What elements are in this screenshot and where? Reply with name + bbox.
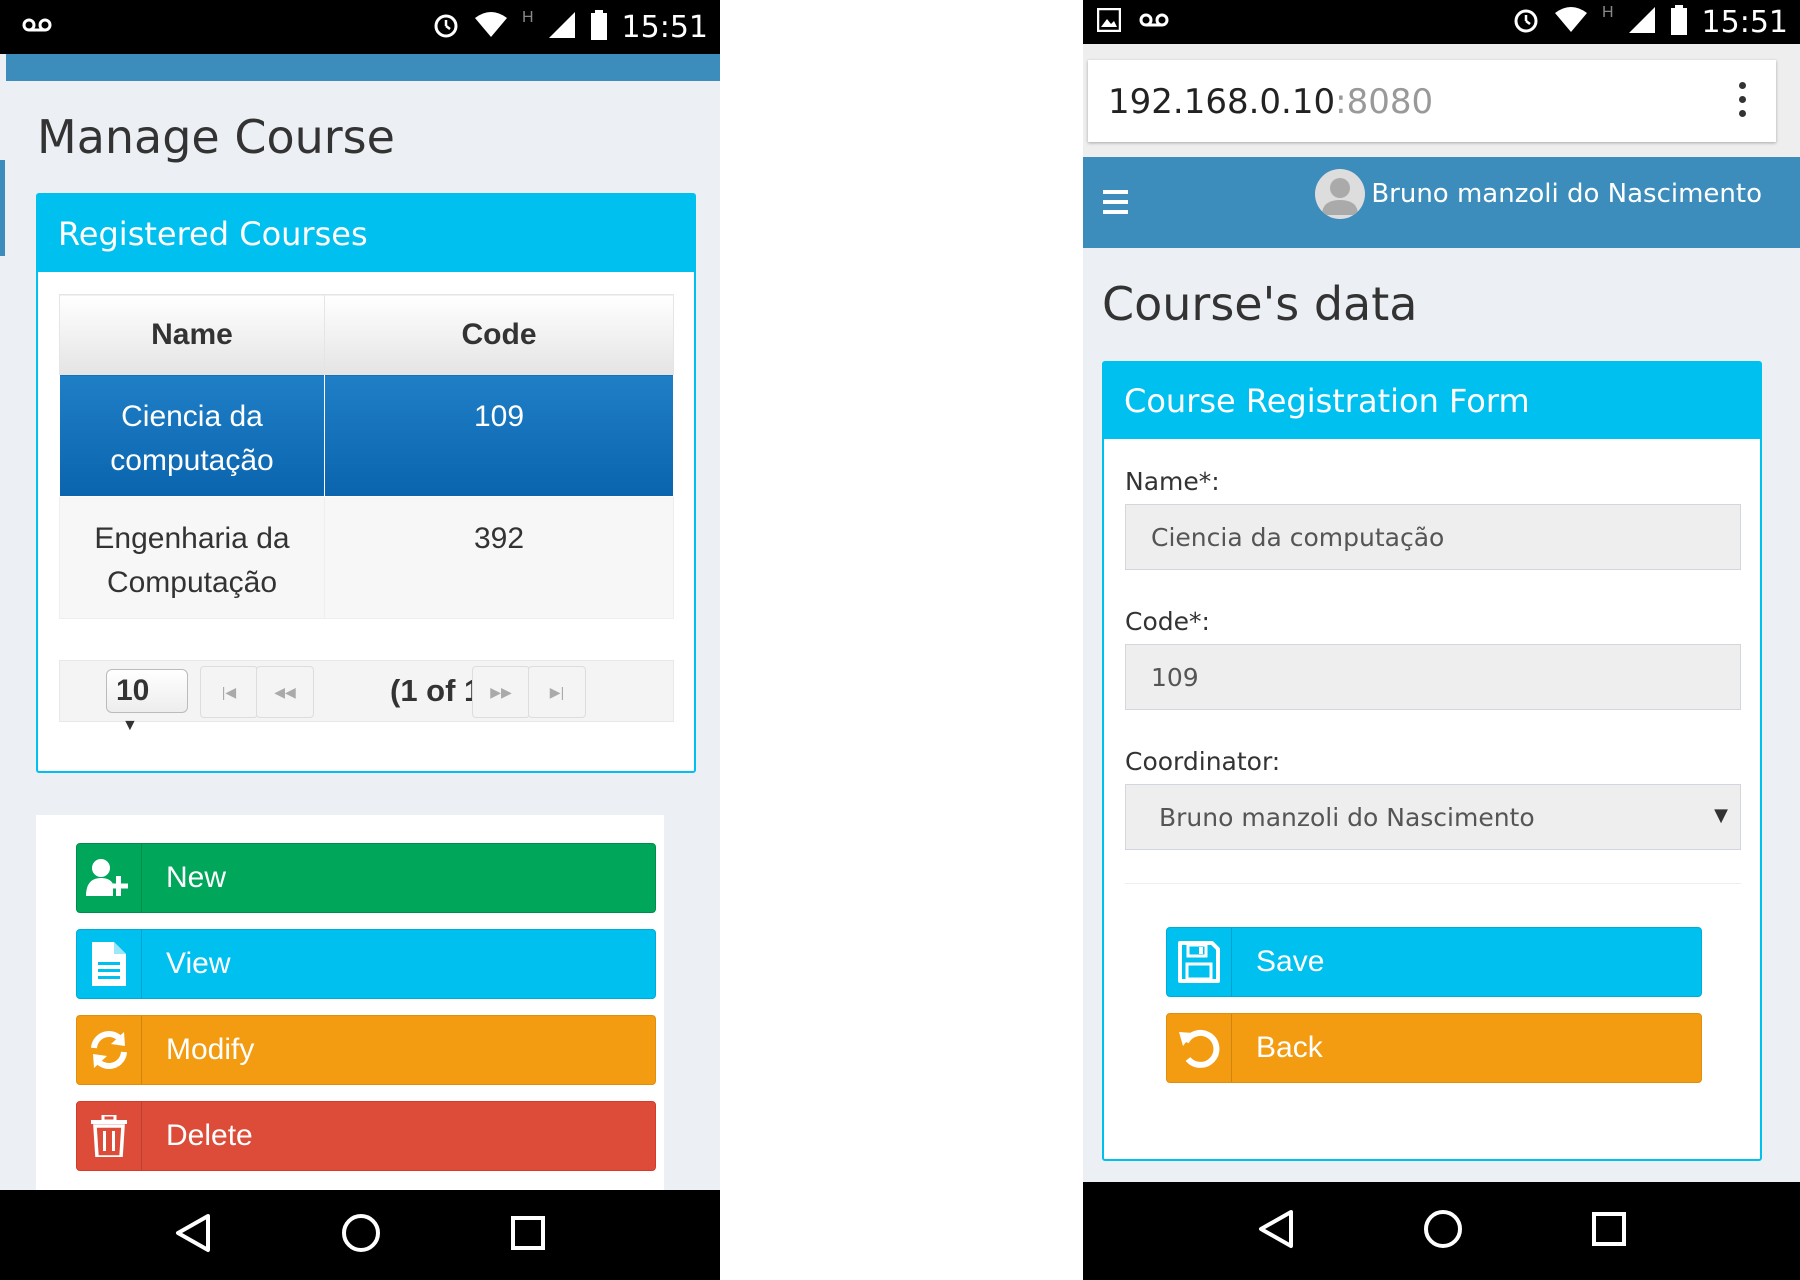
alarm-icon [1512, 6, 1540, 39]
divider [1125, 883, 1741, 884]
previous-page-icon: ◀◀ [274, 683, 296, 700]
trash-icon [77, 1102, 142, 1170]
image-icon [1096, 7, 1122, 37]
url-text[interactable]: 192.168.0.10:8080 [1108, 82, 1433, 122]
table-row[interactable]: Engenharia da Computação 392 [59, 496, 674, 619]
next-page-button[interactable]: ▶▶ [472, 666, 530, 718]
left-phone-screen: H 15:51 Manage Course Registered Courses… [0, 0, 720, 1280]
undo-icon [1167, 1014, 1232, 1082]
back-button-label: Back [1256, 1031, 1323, 1064]
app-header: Bruno manzoli do Nascimento [1083, 157, 1800, 248]
save-button[interactable]: Save [1166, 927, 1702, 997]
recents-nav-icon[interactable] [1591, 1211, 1626, 1251]
new-button[interactable]: New [76, 843, 656, 913]
network-type-label: H [1601, 4, 1614, 21]
course-registration-form: Course Registration Form Name*: Ciencia … [1102, 361, 1762, 1161]
page-title: Manage Course [37, 110, 395, 164]
back-nav-icon[interactable] [175, 1213, 211, 1258]
view-button-label: View [166, 947, 231, 980]
form-title: Course Registration Form [1104, 363, 1760, 439]
home-nav-icon[interactable] [1423, 1209, 1463, 1254]
name-label: Name*: [1125, 467, 1220, 496]
add-user-icon [77, 844, 142, 912]
network-type-label: H [521, 9, 534, 26]
page-title: Course's data [1102, 277, 1418, 331]
save-icon [1167, 928, 1232, 996]
coordinator-label: Coordinator: [1125, 747, 1281, 776]
more-icon[interactable] [1739, 82, 1746, 117]
wifi-icon [1554, 6, 1588, 38]
browser-toolbar: 192.168.0.10:8080 [1083, 44, 1800, 156]
next-page-icon: ▶▶ [490, 683, 512, 700]
right-phone-screen: H 15:51 192.168.0.10:8080 Bruno manzoli … [1083, 0, 1800, 1280]
system-nav-bar [0, 1190, 720, 1280]
wifi-icon [474, 11, 508, 43]
cell-code[interactable]: 392 [324, 496, 674, 619]
status-bar: H 15:51 [0, 0, 720, 54]
name-field[interactable]: Ciencia da computação [1125, 504, 1741, 570]
view-button[interactable]: View [76, 929, 656, 999]
delete-button-label: Delete [166, 1119, 253, 1152]
home-nav-icon[interactable] [341, 1213, 381, 1258]
back-nav-icon[interactable] [1258, 1209, 1294, 1254]
alarm-icon [432, 11, 460, 44]
courses-table: Name Code Ciencia da computação 109 Enge… [59, 294, 674, 619]
cell-name[interactable]: Engenharia da Computação [59, 496, 325, 619]
coordinator-value: Bruno manzoli do Nascimento [1159, 803, 1535, 832]
clock: 15:51 [1701, 4, 1788, 40]
sidebar-edge[interactable] [0, 160, 5, 256]
url-port: :8080 [1335, 82, 1434, 122]
battery-icon [590, 9, 608, 45]
chevron-down-icon: ▼ [122, 717, 138, 735]
code-label: Code*: [1125, 607, 1210, 636]
user-name: Bruno manzoli do Nascimento [1371, 179, 1762, 209]
table-row[interactable]: Ciencia da computação 109 [59, 374, 674, 497]
last-page-button[interactable]: ▶| [528, 666, 586, 718]
url-bar[interactable]: 192.168.0.10:8080 [1088, 60, 1776, 142]
clock: 15:51 [621, 9, 708, 45]
status-bar: H 15:51 [1083, 0, 1800, 44]
recents-nav-icon[interactable] [511, 1215, 545, 1255]
rows-per-page-value: 10 [116, 674, 150, 707]
avatar [1315, 169, 1366, 219]
app-header-strip [6, 54, 720, 81]
signal-icon [548, 11, 576, 44]
actions-panel: New View Modify Delete [36, 815, 664, 1190]
new-button-label: New [166, 861, 227, 894]
first-page-icon: |◀ [221, 683, 237, 700]
column-header-name[interactable]: Name [59, 294, 325, 375]
modify-button-label: Modify [166, 1033, 255, 1066]
chevron-down-icon: ▼ [1714, 805, 1728, 826]
delete-button[interactable]: Delete [76, 1101, 656, 1171]
first-page-button[interactable]: |◀ [200, 666, 258, 718]
back-button[interactable]: Back [1166, 1013, 1702, 1083]
user-menu[interactable]: Bruno manzoli do Nascimento [1315, 169, 1762, 219]
registered-courses-box: Registered Courses Name Code Ciencia da … [36, 193, 696, 773]
rows-per-page-select[interactable]: 10 ▼ [106, 669, 188, 734]
cell-name[interactable]: Ciencia da computação [59, 374, 325, 497]
last-page-icon: ▶| [549, 683, 565, 700]
refresh-icon [77, 1016, 142, 1084]
code-field[interactable]: 109 [1125, 644, 1741, 710]
column-header-code[interactable]: Code [324, 294, 674, 375]
box-title: Registered Courses [38, 195, 694, 272]
save-button-label: Save [1256, 945, 1325, 978]
voicemail-icon [1139, 12, 1169, 33]
previous-page-button[interactable]: ◀◀ [256, 666, 314, 718]
signal-icon [1628, 6, 1656, 39]
cell-code[interactable]: 109 [324, 374, 674, 497]
modify-button[interactable]: Modify [76, 1015, 656, 1085]
url-host: 192.168.0.10 [1108, 82, 1336, 122]
document-icon [77, 930, 142, 998]
system-nav-bar [1083, 1182, 1800, 1280]
coordinator-select[interactable]: Bruno manzoli do Nascimento ▼ [1125, 784, 1741, 850]
battery-icon [1670, 4, 1688, 40]
paginator: 10 ▼ |◀ ◀◀ (1 of 1) ▶▶ ▶| [59, 660, 674, 734]
menu-icon[interactable] [1103, 190, 1128, 214]
voicemail-icon [22, 17, 52, 38]
